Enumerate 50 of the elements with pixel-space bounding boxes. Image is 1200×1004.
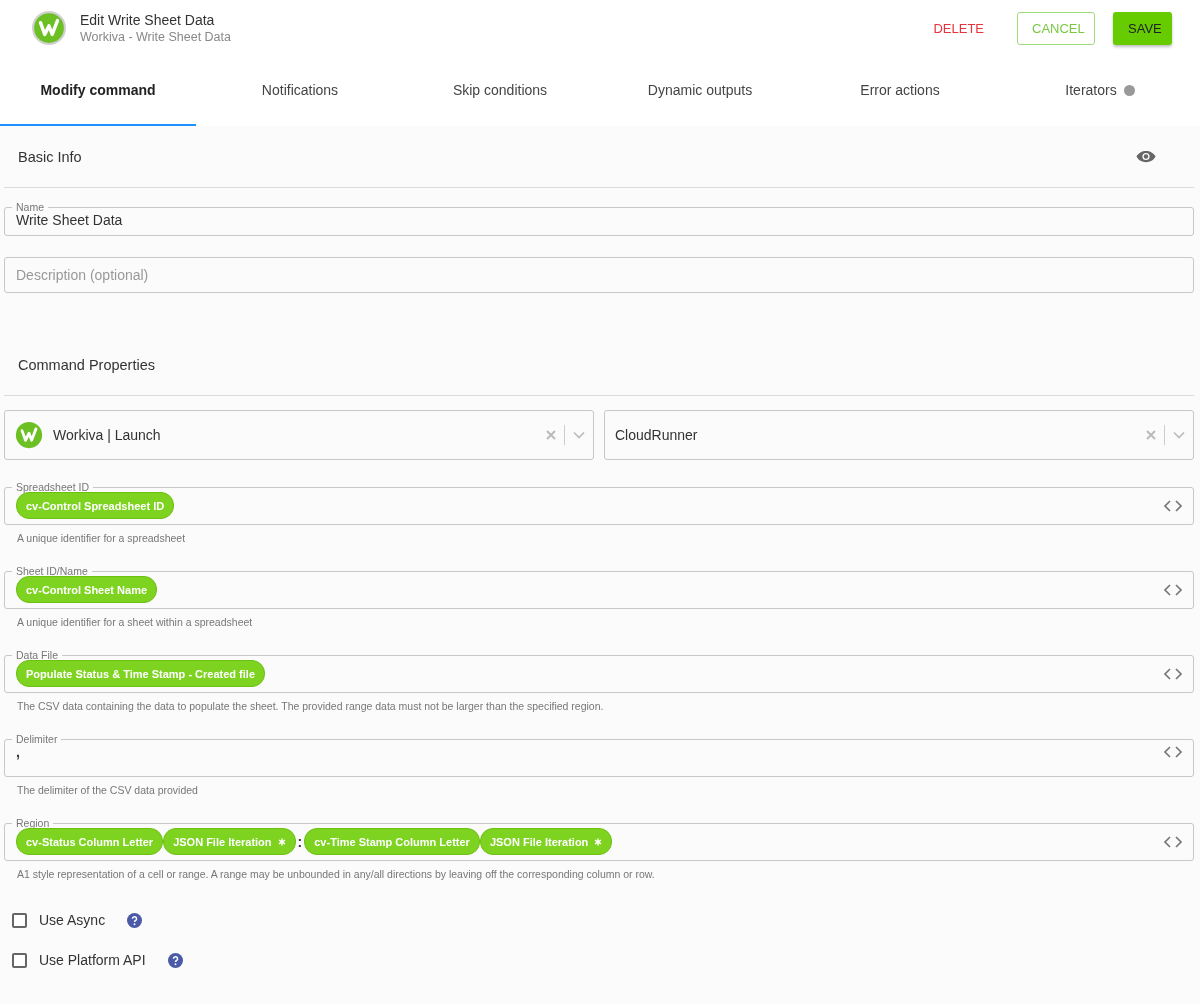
expression-field[interactable]: Data File Populate Status & Time Stamp - Created file: [4, 650, 1194, 693]
help-icon[interactable]: [127, 912, 143, 928]
expression-field[interactable]: Region cv-Status Column Letter JSON File Iteration : cv-Time Stamp Column Letter JSON File Iteration: [4, 818, 1194, 861]
section-title: Basic Info: [18, 148, 82, 165]
expression-field[interactable]: Delimiter ,: [4, 734, 1194, 777]
asterisk-icon: [594, 837, 603, 846]
select-value: CloudRunner: [615, 427, 698, 443]
field-label: Name: [15, 202, 45, 212]
select-value: Workiva | Launch: [53, 427, 161, 443]
field-label: Spreadsheet ID: [15, 482, 90, 492]
eye-icon[interactable]: [1136, 150, 1156, 163]
code-icon[interactable]: [1163, 582, 1183, 597]
field-label: Region: [15, 818, 51, 828]
field-hint: The delimiter of the CSV data provided: [16, 783, 199, 796]
field-hint: The CSV data containing the data to populate the sheet. The provided range data must not be larger than the specified region.: [16, 699, 605, 712]
field-label: Data File: [15, 650, 59, 660]
help-icon[interactable]: [167, 952, 183, 968]
field-label: Delimiter: [15, 734, 59, 744]
code-icon[interactable]: [1163, 745, 1183, 759]
tab[interactable]: Modify command: [0, 56, 196, 126]
expression-field[interactable]: Spreadsheet ID cv-Control Spreadsheet ID: [4, 482, 1194, 525]
section-title: Command Properties: [18, 356, 155, 373]
page-title: Edit Write Sheet Data: [80, 12, 216, 28]
asterisk-icon: [277, 837, 286, 846]
field-value: ,: [16, 744, 20, 760]
save-button[interactable]: SAVE: [1113, 11, 1172, 45]
field-value: :: [297, 833, 303, 850]
field-hint: A unique identifier for a sheet within a spreadsheet: [16, 615, 254, 628]
tab[interactable]: Notifications: [200, 56, 400, 126]
tab[interactable]: Error actions: [800, 56, 1000, 126]
logo-icon: [32, 11, 66, 45]
code-icon[interactable]: [1163, 498, 1183, 513]
logo-icon: [15, 421, 43, 449]
tab[interactable]: Dynamic outputs: [600, 56, 800, 126]
code-icon[interactable]: [1163, 666, 1183, 681]
checkbox-label: Use Platform API: [39, 952, 146, 968]
code-icon[interactable]: [1163, 834, 1183, 849]
field-hint: A unique identifier for a spreadsheet: [16, 531, 187, 544]
checkbox-label: Use Async: [39, 912, 106, 928]
name-field[interactable]: Name Write Sheet Data: [4, 202, 1194, 236]
checkbox[interactable]: [12, 952, 27, 968]
tab[interactable]: Skip conditions: [400, 56, 600, 126]
page-subtitle: Workiva - Write Sheet Data: [80, 30, 231, 44]
description-field[interactable]: Description (optional): [4, 257, 1194, 293]
field-label: Sheet ID/Name: [15, 566, 89, 576]
field-hint: A1 style representation of a cell or range. A range may be unbounded in any/all directions by leaving off the corresponding column or row.: [16, 867, 656, 880]
tab[interactable]: Iterators: [1000, 56, 1200, 126]
checkbox[interactable]: [12, 912, 27, 928]
delete-button[interactable]: DELETE: [918, 11, 999, 45]
expression-field[interactable]: Sheet ID/Name cv-Control Sheet Name: [4, 566, 1194, 609]
